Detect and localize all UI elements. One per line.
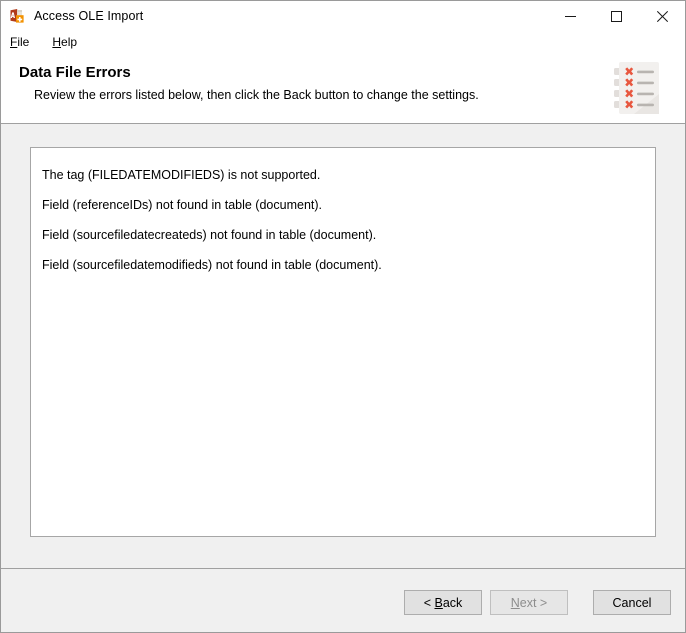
error-list-panel[interactable]: The tag (FILEDATEMODIFIEDS) is not suppo…: [30, 147, 656, 537]
window-title: Access OLE Import: [34, 9, 144, 23]
menu-item-file[interactable]: File: [10, 35, 29, 49]
menu-bar: File Help: [1, 31, 685, 53]
access-app-icon: [9, 8, 25, 24]
error-line: Field (sourcefiledatemodifieds) not foun…: [42, 258, 382, 272]
cancel-button[interactable]: Cancel: [593, 590, 671, 615]
error-list-document-icon: [614, 61, 662, 115]
error-line: Field (referenceIDs) not found in table …: [42, 198, 322, 212]
title-bar: Access OLE Import: [1, 1, 685, 31]
minimize-icon[interactable]: [547, 1, 593, 31]
error-line: Field (sourcefiledatecreateds) not found…: [42, 228, 377, 242]
wizard-header: Data File Errors Review the errors liste…: [1, 53, 685, 124]
footer-separator: [1, 568, 685, 569]
error-line: The tag (FILEDATEMODIFIEDS) is not suppo…: [42, 168, 321, 182]
back-button[interactable]: < Back: [404, 590, 482, 615]
maximize-icon[interactable]: [593, 1, 639, 31]
error-list: The tag (FILEDATEMODIFIEDS) is not suppo…: [31, 148, 655, 280]
dialog-body: The tag (FILEDATEMODIFIEDS) is not suppo…: [1, 124, 685, 632]
application-window: Access OLE Import File Help Data File Er…: [0, 0, 686, 633]
page-title: Data File Errors: [19, 64, 131, 81]
page-subtitle: Review the errors listed below, then cli…: [34, 88, 479, 102]
dialog-button-bar: < Back Next > Cancel: [404, 590, 671, 615]
menu-item-help[interactable]: Help: [52, 35, 77, 49]
close-icon[interactable]: [639, 1, 685, 31]
next-button: Next >: [490, 590, 568, 615]
